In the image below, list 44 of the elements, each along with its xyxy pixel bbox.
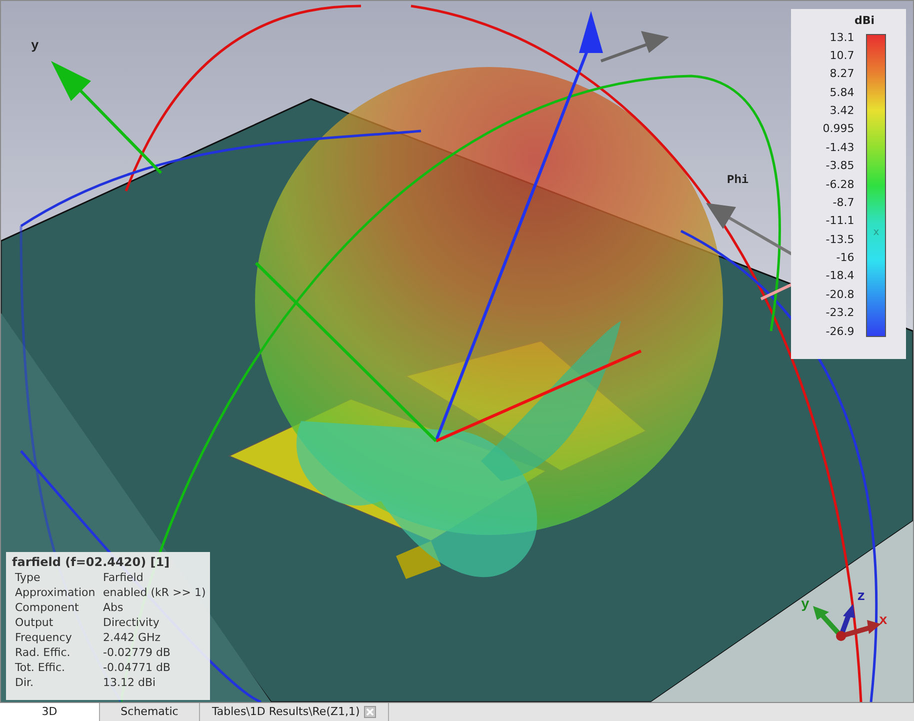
legend-tick-label: 13.1: [830, 32, 856, 44]
legend-tick-label: -3.85: [826, 160, 856, 172]
legend-tick-label: 5.84: [830, 86, 856, 99]
info-value: Abs: [103, 600, 124, 615]
legend-marker-label: x: [873, 228, 880, 238]
legend-unit: dBi: [854, 13, 875, 29]
legend-tick-label: -6.28: [826, 178, 856, 190]
triad-z-label: z: [857, 589, 866, 605]
phi-label: Phi: [727, 173, 749, 187]
legend-tick-label: -18.4: [826, 270, 856, 282]
info-label: Dir.: [15, 675, 35, 690]
info-label: Output: [15, 615, 54, 630]
legend-tick-label: 0.995: [822, 123, 856, 136]
legend-tick-label: -1.43: [826, 142, 856, 154]
info-label: Tot. Effic.: [15, 660, 66, 675]
legend-tick-label: 10.7: [830, 50, 856, 62]
legend-tick-label: -23.2: [826, 307, 856, 320]
legend-tick-label: -8.7: [832, 196, 856, 209]
legend-tick-label: -13.5: [826, 234, 856, 246]
info-value: -0.04771 dB: [103, 660, 172, 675]
info-label: Frequency: [15, 630, 73, 645]
legend-tick-label: -11.1: [826, 215, 856, 228]
legend-tick-label: -20.8: [826, 288, 856, 301]
legend-tick-label: -26.9: [826, 326, 856, 338]
triad-y-label: y: [801, 597, 810, 613]
info-value: Directivity: [103, 615, 160, 630]
info-label: Approximation: [15, 585, 96, 600]
info-value: -0.02779 dB: [103, 645, 172, 660]
tab[interactable]: 3D: [0, 703, 100, 721]
orientation-triad-drawing: [813, 604, 881, 641]
legend-tick-label: -16: [836, 252, 856, 264]
legend-tick-label: 8.27: [830, 68, 856, 80]
axis-label: y: [31, 38, 39, 53]
legend-tick-label: 3.42: [830, 105, 856, 117]
info-label: Rad. Effic.: [15, 645, 72, 660]
triad-x-label: x: [879, 613, 888, 629]
info-value: 2.442 GHz: [103, 630, 162, 645]
info-label: Type: [15, 570, 42, 585]
info-label: Component: [15, 600, 80, 615]
close-icon[interactable]: [364, 706, 376, 718]
info-value: 13.12 dBi: [103, 675, 157, 690]
info-value: enabled (kR >> 1): [103, 585, 206, 600]
info-title: farfield (f=02.4420) [1]: [12, 554, 171, 570]
info-value: Farfield: [103, 570, 144, 585]
